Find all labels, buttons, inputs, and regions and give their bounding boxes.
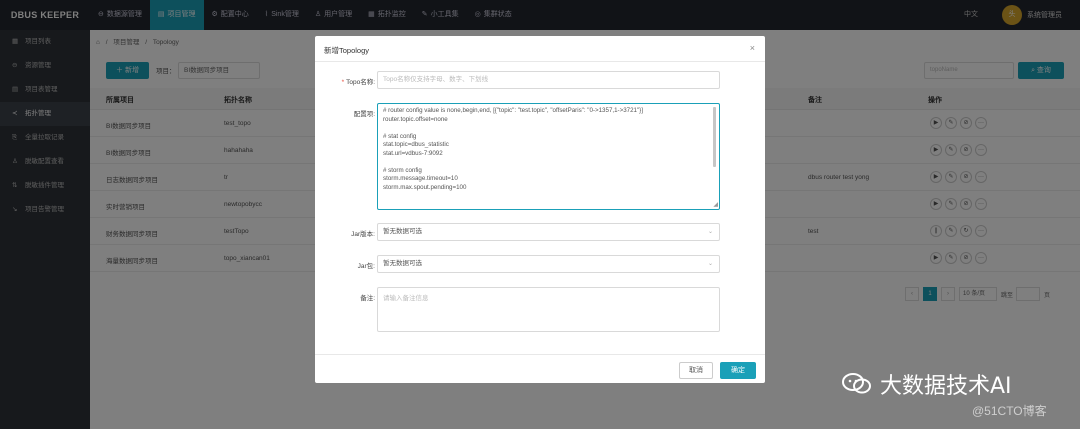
required-mark: * <box>341 79 345 86</box>
modal-footer: 取消 确定 <box>315 354 765 383</box>
wechat-icon <box>842 373 872 395</box>
watermark: 大数据技术AI <box>842 368 1012 400</box>
config-line <box>383 158 714 167</box>
jar-label: Jar包: <box>357 263 375 270</box>
config-line: # router config value is none,begin,end,… <box>383 107 643 114</box>
remark-label: 备注: <box>360 295 375 302</box>
config-line: storm.max.spout.pending=100 <box>383 183 467 191</box>
config-line: # stat config <box>383 132 417 140</box>
resize-handle-icon[interactable]: ◢ <box>713 202 718 208</box>
topo-name-input[interactable]: Topo名称仅支持字母、数字、下划线 <box>377 71 720 89</box>
add-topology-modal: 新增Topology × * Topo名称: Topo名称仅支持字母、数字、下划线… <box>315 36 765 383</box>
watermark-text: 大数据技术AI <box>880 374 1012 399</box>
modal-header: 新增Topology × <box>315 36 765 62</box>
config-line: stat.url=vdbus-7:9092 <box>383 149 443 157</box>
watermark-source: @51CTO博客 <box>972 404 1047 418</box>
chevron-down-icon: ⌄ <box>707 261 713 267</box>
jar-version-label: Jar版本: <box>351 231 375 238</box>
config-line: storm.message.timeout=10 <box>383 175 458 182</box>
jar-version-select[interactable]: 暂无数据可选 ⌄ <box>377 223 720 241</box>
config-line: # storm config <box>383 166 422 174</box>
remark-textarea[interactable]: 请输入备注信息 <box>377 287 720 332</box>
topo-name-label: * Topo名称: <box>315 76 375 86</box>
config-line: stat.topic=dbus_statistic <box>383 141 449 148</box>
config-label: 配置项: <box>353 111 375 118</box>
select-value: 暂无数据可选 <box>383 260 422 267</box>
textarea-scrollbar[interactable] <box>713 107 716 167</box>
jar-select[interactable]: 暂无数据可选 ⌄ <box>377 255 720 273</box>
cancel-button[interactable]: 取消 <box>679 362 713 379</box>
config-line: router.topic.offset=none <box>383 115 448 123</box>
modal-title: 新增Topology <box>324 46 370 55</box>
select-value: 暂无数据可选 <box>383 228 422 235</box>
chevron-down-icon: ⌄ <box>707 229 713 235</box>
label-text: Topo名称: <box>346 79 375 86</box>
config-textarea[interactable]: # router config value is none,begin,end,… <box>377 103 720 210</box>
confirm-button[interactable]: 确定 <box>720 362 756 379</box>
config-line <box>383 124 714 133</box>
close-icon[interactable]: × <box>750 43 755 53</box>
